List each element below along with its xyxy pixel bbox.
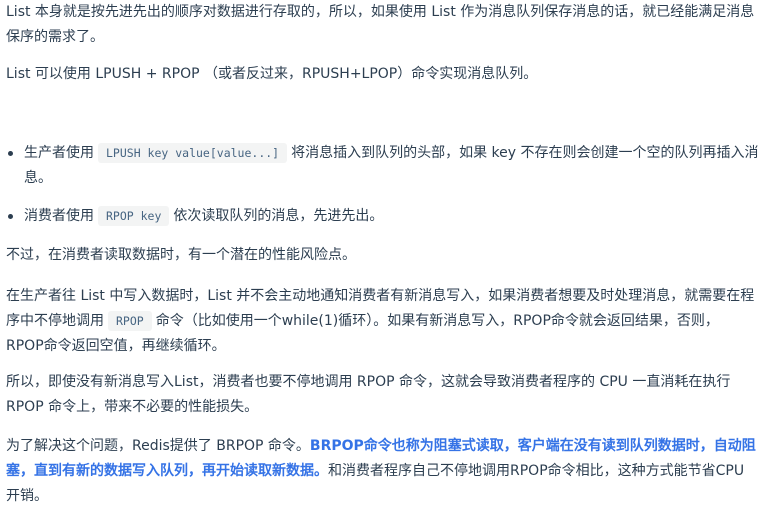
list-item-text: 生产者使用: [24, 145, 94, 161]
paragraph-list-fifo: List 本身就是按先进先出的顺序对数据进行存取的，所以，如果使用 List 作…: [6, 4, 755, 45]
list-item-producer: 生产者使用 LPUSH key value[value...] 将消息插入到队列的头…: [6, 141, 764, 191]
paragraph-risk: 不过，在消费者读取数据时，有一个潜在的性能风险点。: [6, 247, 356, 263]
paragraph-producer-write: 在生产者往 List 中写入数据时，List 并不会主动地通知消费者有新消息写入…: [6, 284, 756, 359]
inline-code: LPUSH key value[value...]: [98, 143, 288, 163]
list-item-consumer: 消费者使用 RPOP key 依次读取队列的消息，先进先出。: [6, 204, 764, 229]
list-item-text: 消费者使用: [24, 208, 94, 224]
paragraph-brpop: 为了解决这个问题，Redis提供了 BRPOP 命令。BRPOP命令也称为阻塞式…: [6, 434, 756, 509]
paragraph-cpu-loss: 所以，即使没有新消息写入List，消费者也要不停地调用 RPOP 命令，这就会导…: [6, 374, 731, 415]
list-item-text: 依次读取队列的消息，先进先出。: [173, 208, 384, 224]
article-body: List 本身就是按先进先出的顺序对数据进行存取的，所以，如果使用 List 作…: [0, 0, 784, 512]
paragraph-list-commands: List 可以使用 LPUSH + RPOP （或者反过来，RPUSH+LPOP…: [6, 66, 538, 82]
inline-code: RPOP key: [98, 206, 170, 226]
inline-code: RPOP: [108, 311, 152, 331]
paragraph-text: 为了解决这个问题，Redis提供了 BRPOP 命令。: [6, 438, 310, 454]
